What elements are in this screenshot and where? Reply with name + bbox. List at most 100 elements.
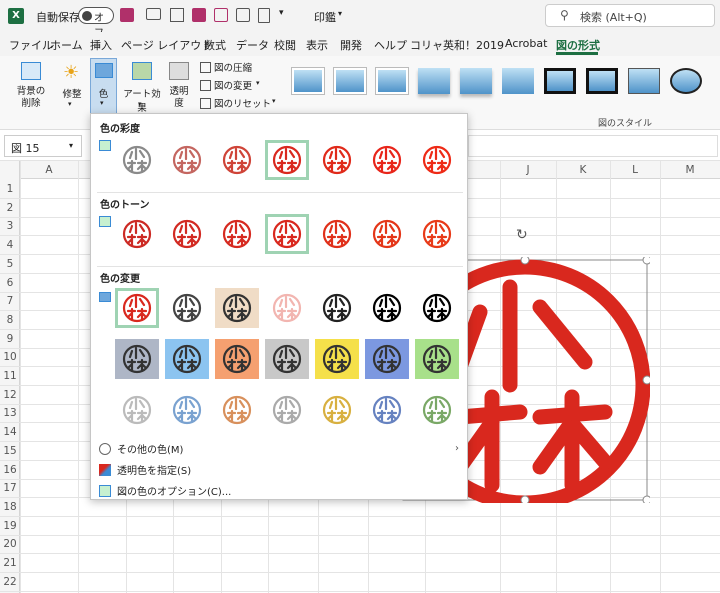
row-header[interactable]: 11	[0, 370, 20, 382]
color-swatch[interactable]	[215, 390, 259, 430]
color-button[interactable]: 色 ▾	[90, 58, 117, 114]
color-swatch[interactable]	[415, 390, 459, 430]
color-swatch[interactable]	[165, 288, 209, 328]
style-thumb[interactable]	[586, 68, 618, 94]
transparency-button[interactable]: 透明 度	[166, 60, 192, 118]
column-header[interactable]: J	[500, 161, 556, 179]
row-header[interactable]: 5	[0, 258, 20, 270]
color-swatch[interactable]	[315, 390, 359, 430]
tab-view[interactable]: 表示	[306, 37, 328, 53]
compress-pictures-button[interactable]: 図の圧縮	[200, 60, 280, 76]
color-swatch[interactable]	[265, 214, 309, 254]
picture-color-options[interactable]: 図の色のオプション(C)...	[99, 483, 231, 498]
row-header[interactable]: 10	[0, 351, 20, 363]
tab-page-layout[interactable]: ページ レイアウト	[121, 37, 212, 53]
row-header[interactable]: 12	[0, 389, 20, 401]
row-header[interactable]: 18	[0, 501, 20, 513]
tab-acrobat[interactable]: Acrobat	[505, 37, 547, 50]
row-header[interactable]: 7	[0, 295, 20, 307]
color-swatch[interactable]	[415, 214, 459, 254]
color-swatch[interactable]	[315, 288, 359, 328]
column-header[interactable]: K	[556, 161, 610, 179]
corrections-button[interactable]: ☀ 修整 ▾	[58, 60, 86, 118]
row-header[interactable]: 20	[0, 538, 20, 550]
color-swatch[interactable]	[115, 339, 159, 379]
document-title[interactable]: 印鑑	[314, 9, 336, 25]
save-pdf-icon[interactable]	[214, 8, 228, 22]
formula-input[interactable]	[468, 135, 718, 157]
row-header[interactable]: 6	[0, 277, 20, 289]
style-thumb[interactable]	[292, 68, 324, 94]
style-thumb[interactable]	[544, 68, 576, 94]
artistic-effects-button[interactable]: アート効果 ▾	[120, 60, 164, 118]
color-swatch[interactable]	[265, 288, 309, 328]
column-header[interactable]: L	[610, 161, 660, 179]
color-swatch[interactable]	[315, 140, 359, 180]
row-header[interactable]: 13	[0, 407, 20, 419]
style-thumb[interactable]	[502, 68, 534, 94]
color-swatch[interactable]	[365, 390, 409, 430]
set-transparent-color-option[interactable]: 透明色を指定(S)	[99, 462, 191, 477]
color-swatch[interactable]	[265, 140, 309, 180]
color-swatch[interactable]	[415, 339, 459, 379]
table-icon[interactable]	[170, 8, 184, 22]
color-swatch[interactable]	[365, 140, 409, 180]
tab-file[interactable]: ファイル	[9, 37, 53, 53]
folder-icon[interactable]	[146, 8, 161, 20]
search-box[interactable]: ⚲ 検索 (Alt+Q)	[545, 4, 715, 27]
color-swatch[interactable]	[115, 140, 159, 180]
tab-help[interactable]: ヘルプ	[374, 37, 407, 53]
column-header[interactable]: A	[20, 161, 78, 179]
color-swatch[interactable]	[115, 288, 159, 328]
row-header[interactable]: 8	[0, 314, 20, 326]
color-swatch[interactable]	[215, 288, 259, 328]
row-header[interactable]: 4	[0, 239, 20, 251]
row-header[interactable]: 19	[0, 520, 20, 532]
color-swatch[interactable]	[115, 390, 159, 430]
row-header[interactable]: 21	[0, 557, 20, 569]
style-thumb-oval[interactable]	[670, 68, 702, 94]
color-swatch[interactable]	[215, 140, 259, 180]
tab-home[interactable]: ホーム	[50, 37, 83, 53]
style-thumb[interactable]	[418, 68, 450, 94]
color-swatch[interactable]	[365, 288, 409, 328]
save-as-icon[interactable]	[192, 8, 206, 22]
name-box[interactable]: 図 15 ▾	[4, 135, 82, 157]
reset-picture-button[interactable]: 図のリセット ▾	[200, 96, 280, 112]
color-swatch[interactable]	[165, 140, 209, 180]
change-picture-button[interactable]: 図の変更 ▾	[200, 78, 280, 94]
tab-picture-format[interactable]: 図の形式	[556, 37, 600, 53]
title-dropdown-icon[interactable]: ▾	[338, 9, 342, 18]
color-swatch[interactable]	[415, 288, 459, 328]
style-thumb[interactable]	[376, 68, 408, 94]
row-header[interactable]: 1	[0, 183, 20, 195]
tab-developer[interactable]: 開発	[340, 37, 362, 53]
color-swatch[interactable]	[165, 339, 209, 379]
color-swatch[interactable]	[165, 390, 209, 430]
color-swatch[interactable]	[215, 214, 259, 254]
row-header[interactable]: 3	[0, 220, 20, 232]
color-swatch[interactable]	[265, 339, 309, 379]
row-header[interactable]: 14	[0, 426, 20, 438]
more-colors-option[interactable]: その他の色(M) ›	[99, 441, 461, 456]
color-swatch[interactable]	[365, 339, 409, 379]
autosave-toggle[interactable]: オフ	[78, 7, 114, 39]
color-swatch[interactable]	[115, 214, 159, 254]
save-icon[interactable]	[120, 8, 134, 22]
row-header[interactable]: 22	[0, 576, 20, 588]
tab-data[interactable]: データ	[236, 37, 269, 53]
remove-background-button[interactable]: 背景の 削除	[14, 60, 48, 118]
style-thumb[interactable]	[460, 68, 492, 94]
color-swatch[interactable]	[315, 339, 359, 379]
color-swatch[interactable]	[215, 339, 259, 379]
print-preview-icon[interactable]	[236, 8, 250, 22]
row-header[interactable]: 2	[0, 202, 20, 214]
row-header[interactable]: 16	[0, 464, 20, 476]
row-header[interactable]: 9	[0, 333, 20, 345]
color-swatch[interactable]	[165, 214, 209, 254]
style-thumb[interactable]	[334, 68, 366, 94]
customize-qat-icon[interactable]: ▾	[279, 8, 284, 18]
row-header[interactable]: 15	[0, 445, 20, 457]
tab-review[interactable]: 校閲	[274, 37, 296, 53]
row-header[interactable]: 17	[0, 482, 20, 494]
